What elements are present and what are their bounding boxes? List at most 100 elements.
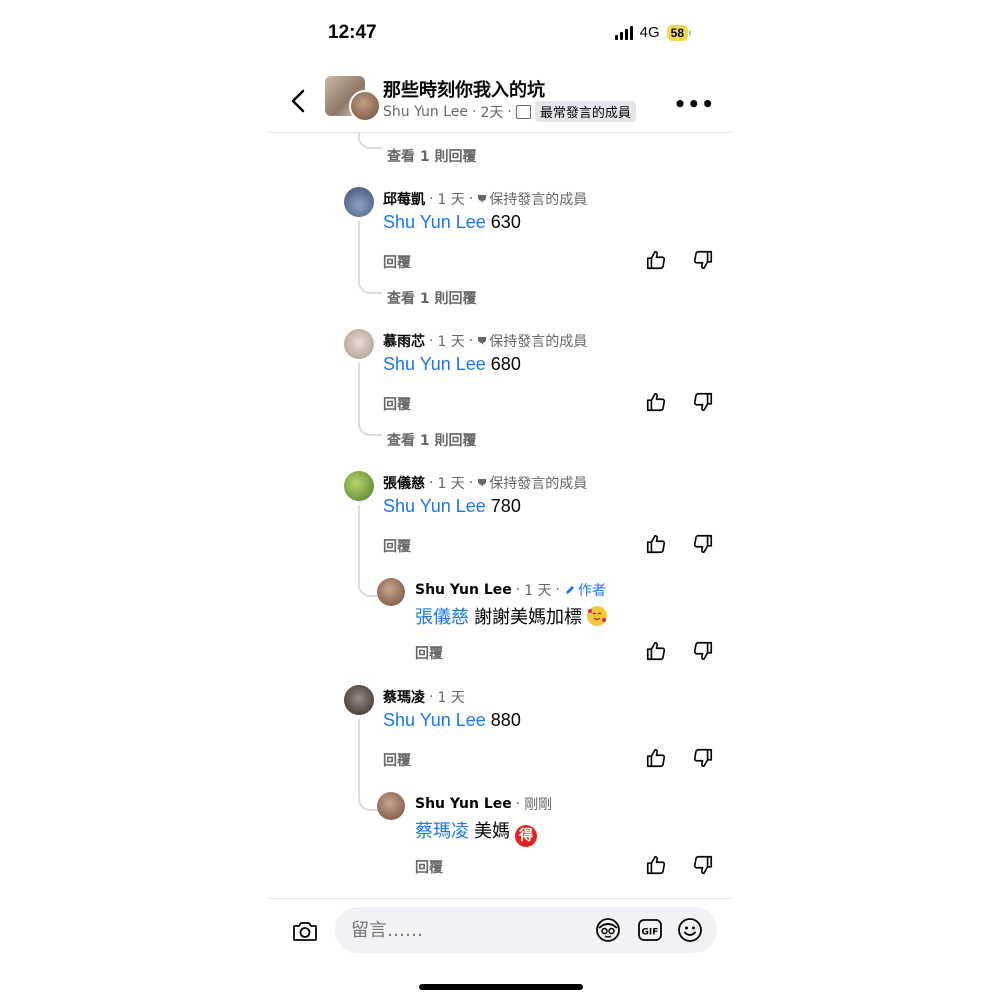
comment-body: 謝謝美媽加標: [474, 607, 583, 627]
comment-body: 630: [490, 212, 521, 232]
avatar[interactable]: [344, 685, 374, 715]
avatar[interactable]: [377, 578, 405, 606]
reply-button[interactable]: 回覆: [415, 857, 443, 877]
trophy-icon: [478, 337, 487, 345]
comment-text: Shu Yun Lee 880: [383, 710, 521, 731]
trophy-icon: [478, 479, 487, 487]
comment-composer: GIF: [269, 898, 731, 961]
reply-button[interactable]: 回覆: [383, 252, 411, 272]
author-name[interactable]: Shu Yun Lee: [383, 104, 468, 120]
comment-text: 張儀慈 謝謝美媽加標: [415, 603, 608, 629]
commenter-name[interactable]: Shu Yun Lee: [415, 582, 512, 598]
comment-text: Shu Yun Lee 780: [383, 496, 521, 517]
author-badge: 作者: [578, 583, 606, 599]
status-indicators: 4G 58: [614, 24, 691, 41]
home-indicator[interactable]: [419, 984, 583, 990]
thumbs-up-icon[interactable]: [645, 249, 667, 271]
post-meta: Shu Yun Lee · 2天 · 最常發言的成員: [383, 101, 636, 122]
thread-connector: [358, 420, 382, 436]
status-time: 12:47: [328, 22, 377, 43]
commenter-name[interactable]: 邱莓凱: [383, 189, 425, 209]
reply-button[interactable]: 回覆: [383, 536, 411, 556]
avatar[interactable]: [344, 329, 374, 359]
signal-icon: [614, 25, 633, 40]
thumbs-down-icon[interactable]: [692, 854, 714, 876]
reply-button[interactable]: 回覆: [383, 394, 411, 414]
author-avatar: [349, 90, 381, 122]
comment-text: 蔡瑪凌 美媽 得: [415, 817, 538, 847]
comment-text: Shu Yun Lee 630: [383, 212, 521, 233]
camera-icon[interactable]: [291, 919, 319, 943]
comment-age: 剛剛: [524, 797, 553, 813]
smiling-face-with-hearts-icon: [587, 606, 608, 626]
thumbs-up-icon[interactable]: [645, 854, 667, 876]
mention-link[interactable]: Shu Yun Lee: [383, 710, 486, 730]
mention-link[interactable]: 蔡瑪凌: [415, 821, 469, 841]
thumbs-down-icon[interactable]: [692, 391, 714, 413]
thumbs-up-icon[interactable]: [645, 747, 667, 769]
thread-line: [358, 719, 360, 799]
member-badge: 保持發言的成員: [489, 476, 588, 492]
reply-button[interactable]: 回覆: [415, 643, 443, 663]
comment-body: 680: [490, 354, 521, 374]
avatar-sticker-icon[interactable]: [595, 917, 621, 943]
comment-age: 1 天: [437, 476, 465, 492]
comment-age: 1 天: [524, 583, 552, 599]
thread-line: [358, 363, 360, 423]
comment-body: 780: [490, 496, 521, 516]
smiley-icon[interactable]: [677, 917, 703, 943]
comment-header: 慕雨芯 · 1 天 · 保持發言的成員: [383, 331, 588, 351]
view-replies-link[interactable]: 查看 1 則回覆: [387, 430, 477, 450]
member-badge: 最常發言的成員: [534, 101, 636, 122]
mention-link[interactable]: Shu Yun Lee: [383, 212, 486, 232]
comment-age: 1 天: [437, 192, 465, 208]
thumbs-up-icon[interactable]: [645, 533, 667, 555]
thumbs-up-icon[interactable]: [645, 391, 667, 413]
thumbs-down-icon[interactable]: [692, 747, 714, 769]
avatar[interactable]: [344, 471, 374, 501]
member-badge: 保持發言的成員: [489, 192, 588, 208]
battery-level: 58: [666, 24, 688, 41]
comment-age: 1 天: [437, 690, 465, 706]
comment-body: 美媽: [474, 821, 511, 841]
thumbs-down-icon[interactable]: [692, 533, 714, 555]
trophy-icon: [478, 195, 487, 203]
commenter-name[interactable]: 蔡瑪凌: [383, 687, 425, 707]
view-replies-link[interactable]: 查看 1 則回覆: [387, 288, 477, 308]
commenter-name[interactable]: Shu Yun Lee: [415, 796, 512, 812]
thread-line: [358, 505, 360, 585]
gif-icon[interactable]: GIF: [637, 917, 663, 943]
thread-connector: [358, 133, 382, 149]
mention-link[interactable]: Shu Yun Lee: [383, 496, 486, 516]
view-replies-link[interactable]: 查看 1 則回覆: [387, 146, 477, 166]
commenter-name[interactable]: 張儀慈: [383, 473, 425, 493]
reply-header: Shu Yun Lee · 剛剛: [415, 796, 553, 813]
thread-line: [358, 221, 360, 281]
comment-text: Shu Yun Lee 680: [383, 354, 521, 375]
de-emoji-icon: 得: [515, 825, 538, 847]
post-age: 2天: [480, 104, 504, 121]
chevron-left-icon[interactable]: [287, 88, 311, 114]
pencil-icon: [566, 586, 574, 594]
reply-button[interactable]: 回覆: [383, 750, 411, 770]
network-type: 4G: [639, 24, 660, 41]
thumbs-down-icon[interactable]: [692, 640, 714, 662]
svg-text:GIF: GIF: [642, 928, 659, 938]
avatar[interactable]: [377, 792, 405, 820]
group-title[interactable]: 那些時刻你我入的坑: [383, 76, 545, 102]
comment-body: 880: [490, 710, 521, 730]
mention-link[interactable]: 張儀慈: [415, 607, 469, 627]
avatar[interactable]: [344, 187, 374, 217]
comment-input[interactable]: [349, 919, 583, 942]
comment-header: 張儀慈 · 1 天 · 保持發言的成員: [383, 473, 588, 493]
commenter-name[interactable]: 慕雨芯: [383, 331, 425, 351]
thumbs-up-icon[interactable]: [645, 640, 667, 662]
thumbs-down-icon[interactable]: [692, 249, 714, 271]
more-dots-icon[interactable]: •••: [674, 92, 715, 116]
mention-link[interactable]: Shu Yun Lee: [383, 354, 486, 374]
thread-connector: [358, 278, 382, 294]
comment-box[interactable]: GIF: [335, 907, 717, 953]
reply-header: Shu Yun Lee · 1 天 · 作者: [415, 582, 606, 599]
post-header: 那些時刻你我入的坑 Shu Yun Lee · 2天 · 最常發言的成員 •••: [269, 70, 731, 133]
comment-list: 查看 1 則回覆 邱莓凱 · 1 天 · 保持發言的成員 Shu Yun Lee…: [269, 133, 731, 898]
